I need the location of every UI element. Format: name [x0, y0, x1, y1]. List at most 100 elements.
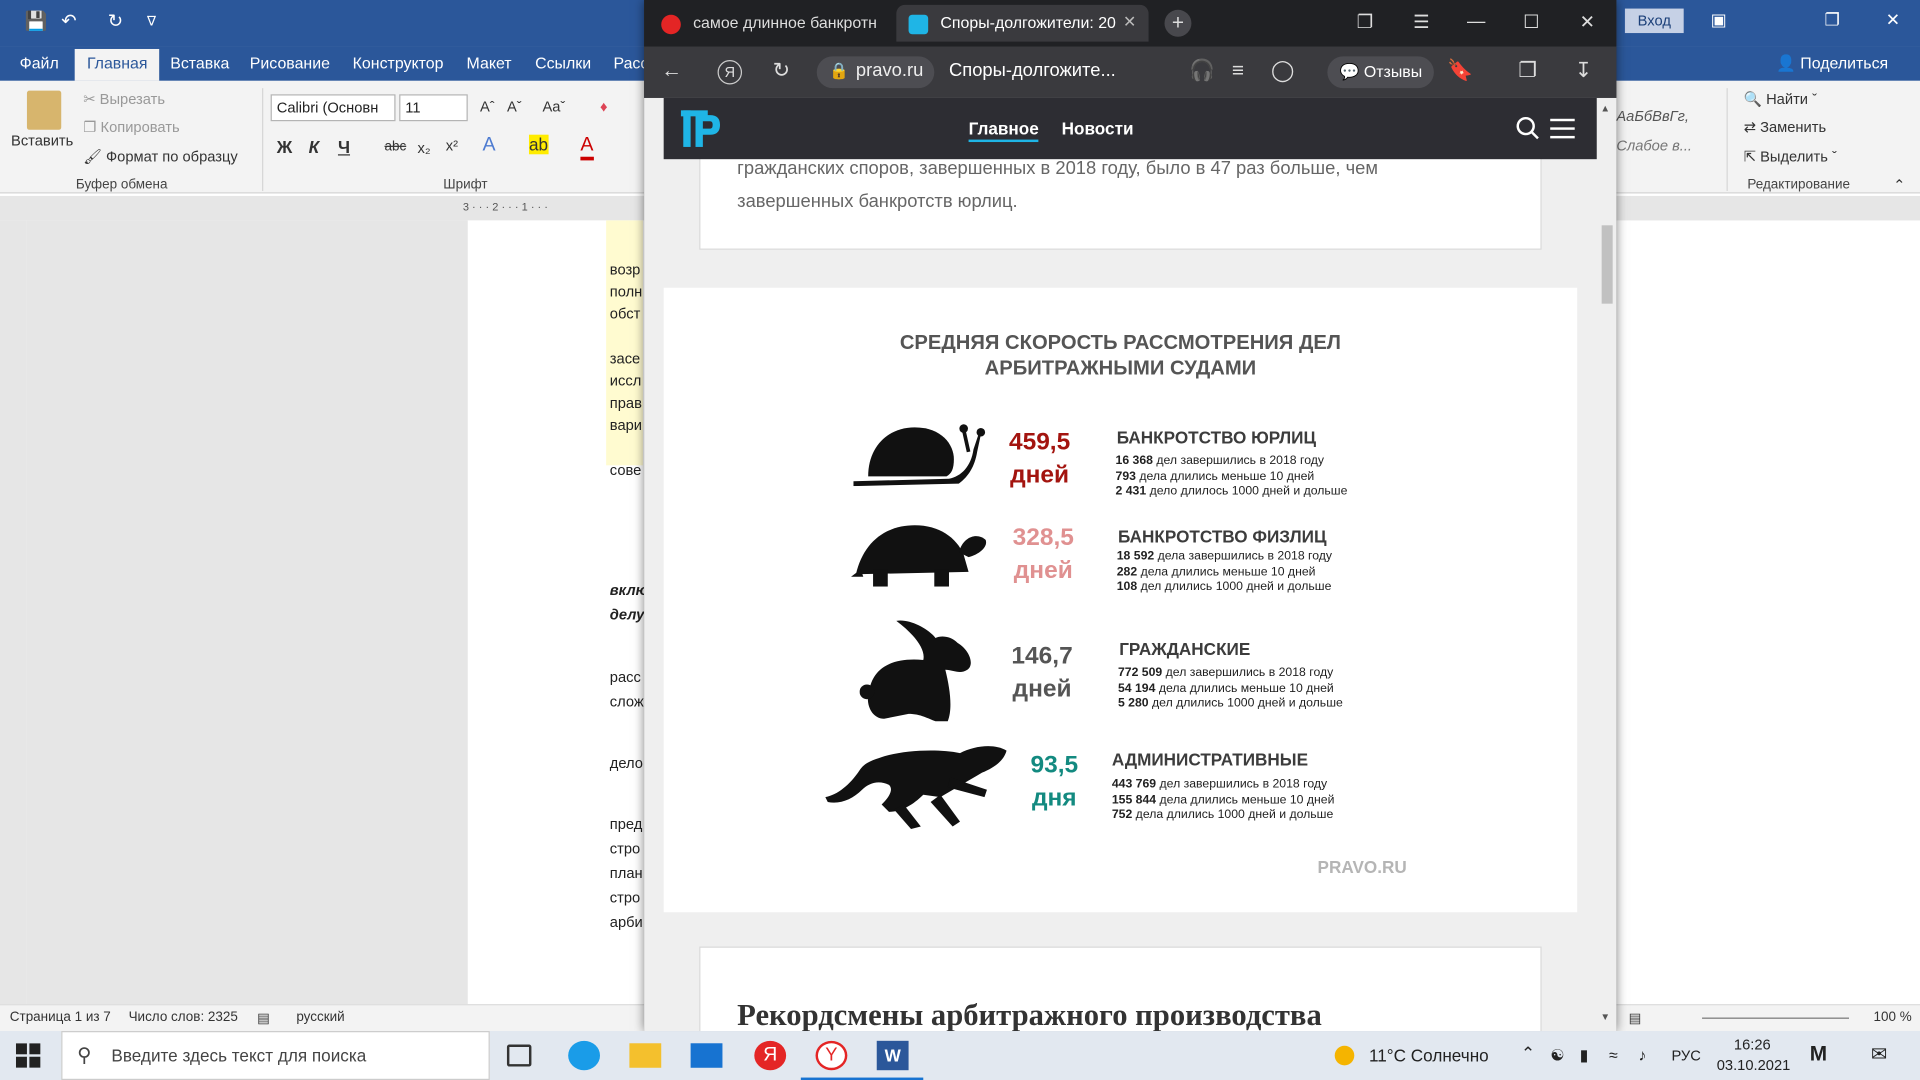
redo-icon[interactable]: ↻	[108, 10, 123, 32]
mail-icon[interactable]	[690, 1043, 723, 1068]
underline-icon[interactable]: Ч	[338, 137, 350, 157]
listen-icon[interactable]: 🎧	[1189, 59, 1215, 83]
address-host[interactable]: 🔒 pravo.ru	[816, 56, 935, 89]
replace-button[interactable]: ⇄ Заменить	[1744, 119, 1826, 136]
zoom-slider[interactable]	[1702, 1017, 1849, 1019]
language-status[interactable]: русский	[296, 1010, 344, 1025]
nav-main-link[interactable]: Главное	[968, 119, 1039, 143]
reload-icon[interactable]: ↻	[773, 59, 790, 83]
protect-icon[interactable]: ◯	[1271, 59, 1294, 83]
pravo-logo[interactable]	[680, 110, 721, 147]
page-count[interactable]: Страница 1 из 7	[10, 1010, 111, 1025]
superscript-icon[interactable]: x²	[446, 137, 458, 154]
collapse-ribbon-icon[interactable]: ⌃	[1893, 176, 1905, 193]
input-language[interactable]: РУС	[1671, 1047, 1700, 1064]
network-icon[interactable]: ☯	[1550, 1046, 1564, 1066]
scroll-down-icon[interactable]: ▼	[1600, 1011, 1610, 1022]
nav-news-link[interactable]: Новости	[1062, 119, 1134, 139]
bold-icon[interactable]: Ж	[277, 137, 292, 157]
tab-design[interactable]: Конструктор	[353, 54, 444, 72]
undo-icon[interactable]: ↶	[61, 10, 76, 32]
address-bar[interactable]: 🔒 pravo.ru Споры-долгожите...	[816, 56, 1148, 89]
qat-customize-icon[interactable]: ∇	[147, 13, 156, 30]
clock-date[interactable]: 03.10.2021	[1717, 1057, 1791, 1074]
scrollbar-thumb[interactable]	[1601, 225, 1613, 304]
tab-bookmarks-icon[interactable]: ❐	[1357, 11, 1373, 33]
battery-icon[interactable]: ▮	[1580, 1046, 1589, 1066]
yandex-icon[interactable]: Я	[717, 60, 743, 85]
paste-icon[interactable]	[26, 90, 62, 130]
task-view-icon[interactable]	[506, 1044, 532, 1067]
edge-icon[interactable]	[568, 1040, 601, 1071]
zoom-level[interactable]: 100 %	[1873, 1010, 1911, 1025]
style-gallery-item-1[interactable]: АаБбВвГг,	[1616, 108, 1689, 125]
tab-file[interactable]: Файл	[20, 54, 59, 72]
find-button[interactable]: 🔍 Найти ˇ	[1744, 91, 1817, 108]
word-count[interactable]: Число слов: 2325	[129, 1010, 238, 1025]
volume-icon[interactable]: ♪	[1638, 1046, 1646, 1064]
back-icon[interactable]: ←	[661, 59, 682, 83]
share-button[interactable]: 👤 Поделиться	[1776, 54, 1888, 74]
browser-menu-icon[interactable]: ☰	[1413, 11, 1429, 33]
tab-layout[interactable]: Макет	[467, 54, 512, 72]
ribbon-display-icon[interactable]: ▣	[1711, 10, 1727, 31]
grow-font-icon[interactable]: Aˆ	[480, 98, 495, 115]
font-color-icon[interactable]: A	[580, 135, 594, 161]
file-explorer-icon[interactable]	[629, 1043, 662, 1068]
site-menu-icon[interactable]	[1550, 118, 1575, 139]
word-icon[interactable]: W	[876, 1040, 909, 1071]
italic-icon[interactable]: К	[309, 137, 320, 157]
tab-insert[interactable]: Вставка	[170, 54, 229, 72]
font-size-select[interactable]: 11	[399, 94, 468, 122]
subscript-icon[interactable]: x₂	[418, 140, 431, 157]
browser-tab-2[interactable]: Споры-долгожители: 20 ✕	[896, 4, 1149, 42]
close-window-icon[interactable]: ✕	[1580, 11, 1595, 33]
reader-mode-icon[interactable]: ≡	[1232, 59, 1244, 83]
word-restore-icon[interactable]: ❐	[1825, 10, 1840, 31]
format-painter-button[interactable]: 🖌 Формат по образцу	[83, 148, 238, 165]
bookmark-icon[interactable]: 🔖	[1447, 59, 1473, 83]
copy-button[interactable]: ❐ Копировать	[83, 119, 179, 136]
proofing-icon[interactable]: ▤	[257, 1010, 270, 1026]
clock-time[interactable]: 16:26	[1734, 1036, 1771, 1053]
taskbar-search[interactable]: ⚲ Введите здесь текст для поиска	[61, 1031, 490, 1080]
select-button[interactable]: ⇱ Выделить ˇ	[1744, 148, 1837, 165]
scroll-up-icon[interactable]: ▲	[1600, 103, 1610, 114]
collections-icon[interactable]: ❐	[1518, 59, 1537, 83]
notifications-icon[interactable]: ✉	[1871, 1042, 1887, 1066]
paste-button[interactable]: Вставить	[11, 132, 73, 149]
new-tab-button[interactable]: +	[1164, 9, 1192, 37]
tab-draw[interactable]: Рисование	[250, 54, 330, 72]
style-gallery-item-2[interactable]: Слабое в...	[1616, 137, 1692, 154]
text-effects-icon[interactable]: A	[482, 135, 495, 157]
strikethrough-icon[interactable]: abc	[384, 140, 406, 155]
tray-expand-icon[interactable]: ⌃	[1521, 1043, 1535, 1064]
yandex-browser-icon[interactable]: Я	[754, 1040, 787, 1071]
clear-format-icon[interactable]: ♦	[600, 98, 608, 115]
yandex-app-icon[interactable]: Y	[815, 1040, 848, 1071]
change-case-icon[interactable]: Aaˇ	[542, 98, 565, 115]
site-search-icon[interactable]	[1516, 116, 1539, 140]
read-mode-icon[interactable]: ▤	[1629, 1010, 1642, 1026]
weather-text[interactable]: 11°C Солнечно	[1369, 1046, 1489, 1066]
minimize-icon[interactable]: —	[1467, 11, 1485, 32]
font-name-select[interactable]: Calibri (Основн	[270, 94, 396, 122]
page-scrollbar[interactable]: ▲ ▼	[1596, 97, 1617, 1032]
word-close-icon[interactable]: ✕	[1886, 10, 1900, 31]
stat-line: 108 дел длились 1000 дней и дольше	[1117, 581, 1332, 596]
wifi-icon[interactable]: ≈	[1609, 1046, 1618, 1064]
save-icon[interactable]: 💾	[24, 10, 47, 32]
login-button[interactable]: Вход	[1624, 8, 1684, 34]
tab-home[interactable]: Главная	[74, 48, 160, 81]
maximize-icon[interactable]: ☐	[1523, 11, 1539, 33]
close-tab-icon[interactable]: ✕	[1123, 12, 1136, 32]
tab-references[interactable]: Ссылки	[535, 54, 591, 72]
downloads-icon[interactable]: ↧	[1575, 59, 1592, 83]
meet-now-icon[interactable]: M	[1810, 1042, 1827, 1066]
reviews-button[interactable]: 💬 Отзывы	[1327, 56, 1435, 89]
highlight-icon[interactable]: ab	[528, 134, 549, 155]
windows-start-icon[interactable]	[15, 1043, 41, 1068]
browser-tab-1[interactable]: самое длинное банкротн	[649, 5, 894, 42]
cut-button[interactable]: ✂ Вырезать	[83, 91, 165, 108]
shrink-font-icon[interactable]: Aˇ	[507, 98, 522, 115]
